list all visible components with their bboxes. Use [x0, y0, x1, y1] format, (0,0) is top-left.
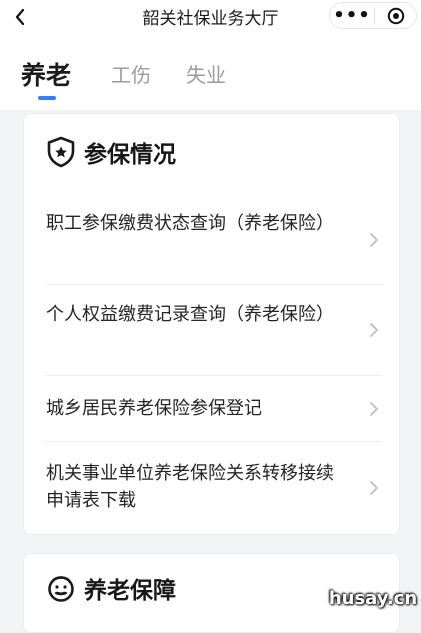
list-item-resident-registration[interactable]: 城乡居民养老保险参保登记: [46, 376, 382, 442]
tab-work-injury[interactable]: 工伤: [111, 59, 151, 88]
active-tab-indicator: [38, 96, 56, 100]
tab-pension[interactable]: 养老: [21, 56, 71, 92]
card-header: 养老保障: [46, 570, 176, 606]
elder-face-icon: [48, 576, 74, 602]
card-title: 参保情况: [84, 142, 176, 168]
page-title: 韶关社保业务大厅: [142, 9, 279, 29]
list-item-label: 机关事业单位养老保险关系转移接续申请表下载: [46, 463, 334, 511]
list-item-personal-rights-record[interactable]: 个人权益缴费记录查询（养老保险）: [46, 285, 382, 376]
list-item-transfer-form-download[interactable]: 机关事业单位养老保险关系转移接续申请表下载: [46, 442, 382, 534]
chevron-left-icon: [15, 9, 25, 25]
mini-program-capsule: •••: [329, 2, 417, 29]
more-button[interactable]: •••: [330, 3, 374, 28]
insurance-status-card: 参保情况 职工参保缴费状态查询（养老保险） 个人权益缴费记录查询（养老保险） 城…: [23, 113, 400, 535]
list-item-label: 城乡居民养老保险参保登记: [46, 398, 262, 419]
target-close-icon: [387, 7, 405, 24]
list-item-label: 个人权益缴费记录查询（养老保险）: [46, 304, 334, 325]
back-button[interactable]: [8, 6, 32, 28]
more-dots-icon: •••: [333, 5, 371, 26]
card-title: 养老保障: [84, 578, 176, 604]
top-nav-bar: 韶关社保业务大厅 •••: [0, 0, 421, 34]
card-header: 参保情况: [46, 134, 176, 170]
chevron-right-icon: [370, 323, 378, 337]
watermark-logo: husay.cn: [328, 588, 418, 609]
close-button[interactable]: [375, 3, 417, 28]
category-tabs: 养老 工伤 失业: [0, 34, 421, 110]
list-item-label: 职工参保缴费状态查询（养老保险）: [46, 213, 334, 234]
list-item-employee-payment-status[interactable]: 职工参保缴费状态查询（养老保险）: [46, 196, 382, 285]
shield-star-icon: [47, 136, 75, 168]
chevron-right-icon: [370, 481, 378, 495]
chevron-right-icon: [370, 233, 378, 247]
chevron-right-icon: [370, 402, 378, 416]
tab-unemployment[interactable]: 失业: [186, 59, 226, 88]
